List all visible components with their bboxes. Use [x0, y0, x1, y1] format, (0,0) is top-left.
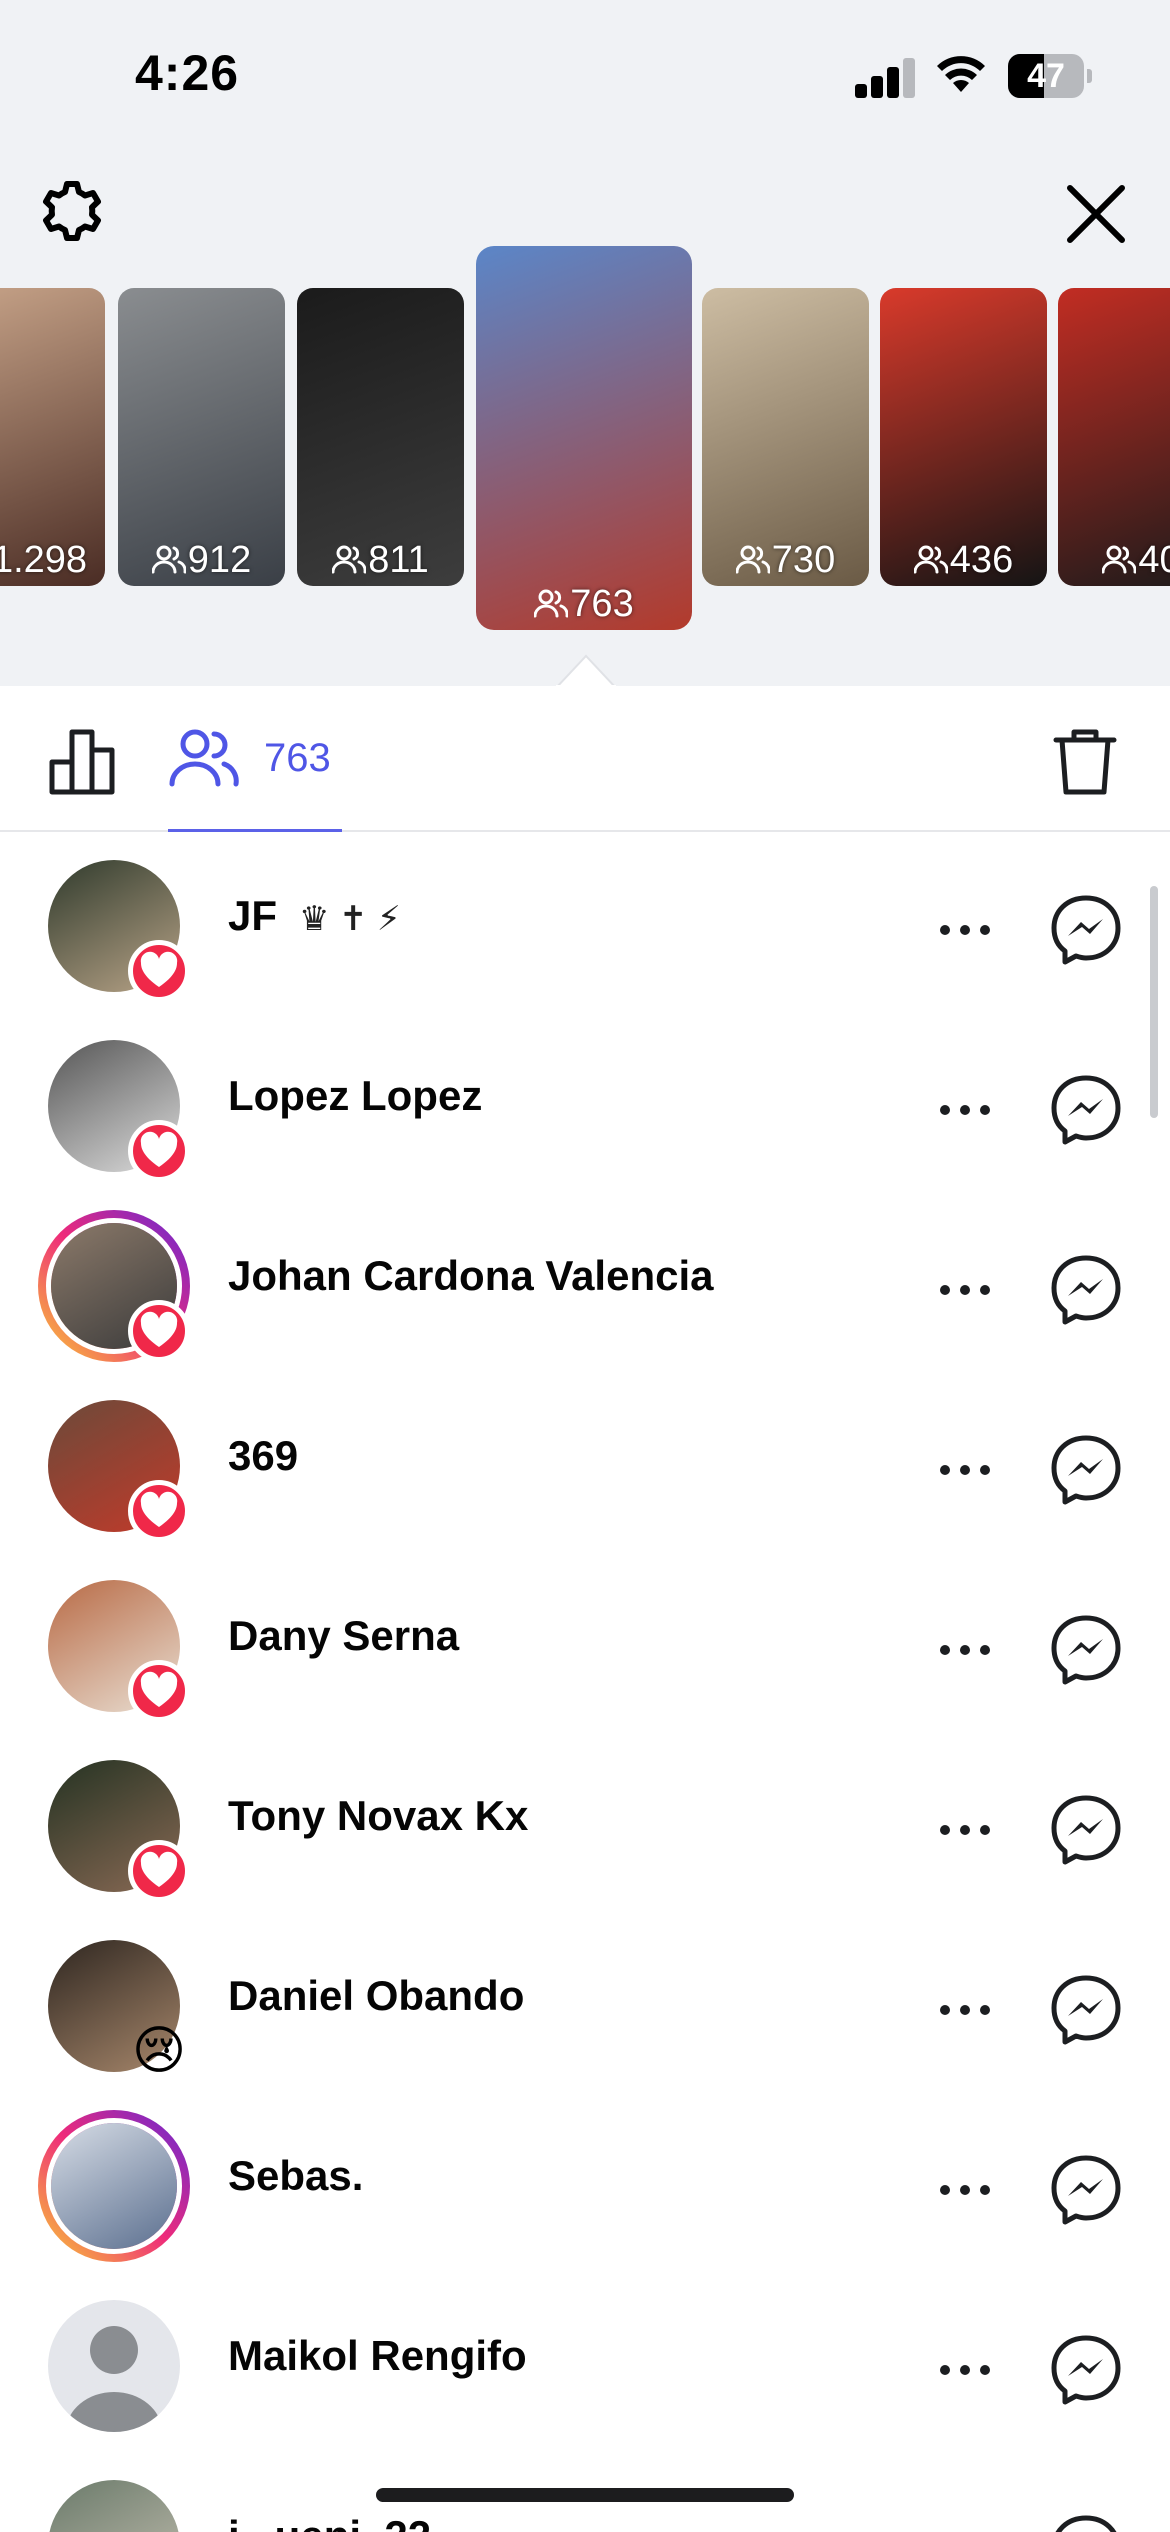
viewer-name: Sebas. [228, 2152, 364, 2199]
status-time: 4:26 [135, 45, 240, 101]
messenger-icon[interactable] [1048, 1612, 1124, 1688]
people-icon [169, 729, 239, 787]
messenger-icon[interactable] [1048, 1072, 1124, 1148]
crying-face-reaction-icon: 😢 [131, 2022, 187, 2080]
viewer-name: Daniel Obando [228, 1972, 525, 2019]
story-thumbnail[interactable]: 1.298 [0, 288, 105, 586]
viewer-row[interactable]: Maikol Rengifo [0, 2272, 1170, 2452]
more-dots-icon[interactable] [935, 2160, 995, 2220]
heart-icon [128, 1840, 190, 1902]
battery-level: 47 [1027, 57, 1065, 95]
viewer-name: Lopez Lopez [228, 1072, 483, 1119]
story-thumbnail[interactable]: 763 [476, 246, 692, 630]
tab-viewers[interactable]: 763 [168, 686, 342, 832]
viewer-row[interactable]: Lopez Lopez [0, 1012, 1170, 1192]
avatar[interactable] [38, 1210, 190, 1362]
messenger-icon[interactable] [1048, 2512, 1124, 2532]
avatar[interactable] [48, 860, 190, 1002]
name-decoration: ♛ ✝ ⚡ [299, 900, 401, 938]
more-dots-icon[interactable] [935, 1260, 995, 1320]
story-view-count: 730 [702, 539, 869, 582]
messenger-icon[interactable] [1048, 1972, 1124, 2048]
heart-icon [128, 1300, 190, 1362]
viewer-row[interactable]: Tony Novax Kx [0, 1732, 1170, 1912]
story-thumbnails: 1.298 912 811 763730 436 40 [0, 240, 1170, 660]
heart-icon [128, 1480, 190, 1542]
story-view-count: 1.298 [0, 539, 88, 581]
home-indicator[interactable] [376, 2488, 794, 2502]
messenger-icon[interactable] [1048, 892, 1124, 968]
messenger-icon[interactable] [1048, 2332, 1124, 2408]
more-dots-icon[interactable] [935, 2340, 995, 2400]
story-thumbnail[interactable]: 436 [880, 288, 1047, 586]
heart-icon [128, 1660, 190, 1722]
trash-icon[interactable] [1052, 726, 1118, 798]
more-dots-icon[interactable] [935, 1980, 995, 2040]
avatar[interactable]: 😢 [48, 1940, 186, 2080]
battery-icon: 47 [1008, 54, 1092, 98]
wifi-icon [937, 56, 985, 92]
story-viewer-header: 4:26 47 1.298 912 811 763730 436 40 [0, 0, 1170, 688]
more-dots-icon[interactable] [935, 2520, 995, 2532]
messenger-icon[interactable] [1048, 1792, 1124, 1868]
avatar[interactable] [48, 1580, 190, 1722]
viewer-name: Tony Novax Kx [228, 1792, 529, 1839]
story-thumbnail[interactable]: 811 [297, 288, 464, 586]
story-view-count: 912 [118, 539, 285, 582]
viewer-name: JF ♛ ✝ ⚡ [228, 892, 401, 939]
viewer-row[interactable]: Sebas. [0, 2092, 1170, 2272]
viewer-row[interactable]: JF ♛ ✝ ⚡ [0, 832, 1170, 1012]
story-view-count: 763 [476, 583, 692, 626]
story-thumbnail[interactable]: 730 [702, 288, 869, 586]
more-dots-icon[interactable] [935, 1080, 995, 1140]
avatar-image [48, 2480, 180, 2532]
more-dots-icon[interactable] [935, 900, 995, 960]
story-thumbnail[interactable]: 40 [1058, 288, 1170, 586]
avatar[interactable] [48, 1400, 190, 1542]
viewer-name: 369 [228, 1432, 299, 1479]
viewer-name: Johan Cardona Valencia [228, 1252, 714, 1299]
avatar[interactable] [38, 2110, 190, 2262]
avatar-story-ring [38, 2110, 190, 2262]
avatar[interactable] [48, 2300, 180, 2432]
viewer-row[interactable]: 😢 Daniel Obando [0, 1912, 1170, 2092]
messenger-icon[interactable] [1048, 1432, 1124, 1508]
bar-chart-icon[interactable] [48, 726, 118, 796]
heart-icon [128, 940, 190, 1002]
messenger-icon[interactable] [1048, 2152, 1124, 2228]
cellular-signal-icon [855, 56, 917, 98]
heart-icon [128, 1120, 190, 1182]
selected-story-pointer [556, 654, 616, 688]
viewer-row[interactable]: Dany Serna [0, 1552, 1170, 1732]
story-view-count: 40 [1058, 539, 1170, 582]
story-view-count: 811 [297, 539, 464, 582]
viewer-name: Dany Serna [228, 1612, 460, 1659]
viewer-row[interactable]: Johan Cardona Valencia [0, 1192, 1170, 1372]
viewer-list: JF ♛ ✝ ⚡ Lopez Lopez Johan Cardona Valencia… [0, 832, 1170, 2532]
more-dots-icon[interactable] [935, 1620, 995, 1680]
viewer-name: Maikol Rengifo [228, 2332, 527, 2379]
viewer-name: j...ueni_22 [228, 2512, 431, 2532]
viewer-count: 763 [264, 736, 331, 780]
more-dots-icon[interactable] [935, 1440, 995, 1500]
scrollbar[interactable] [1150, 886, 1158, 1118]
messenger-icon[interactable] [1048, 1252, 1124, 1328]
avatar-image [48, 2300, 180, 2432]
story-view-count: 436 [880, 539, 1047, 582]
avatar[interactable] [48, 2480, 180, 2532]
avatar[interactable] [48, 1760, 190, 1902]
more-dots-icon[interactable] [935, 1800, 995, 1860]
viewer-row[interactable]: 369 [0, 1372, 1170, 1552]
avatar[interactable] [48, 1040, 190, 1182]
status-bar: 4:26 47 [0, 0, 1170, 150]
viewer-toolbar: 763 [0, 686, 1170, 832]
story-thumbnail[interactable]: 912 [118, 288, 285, 586]
